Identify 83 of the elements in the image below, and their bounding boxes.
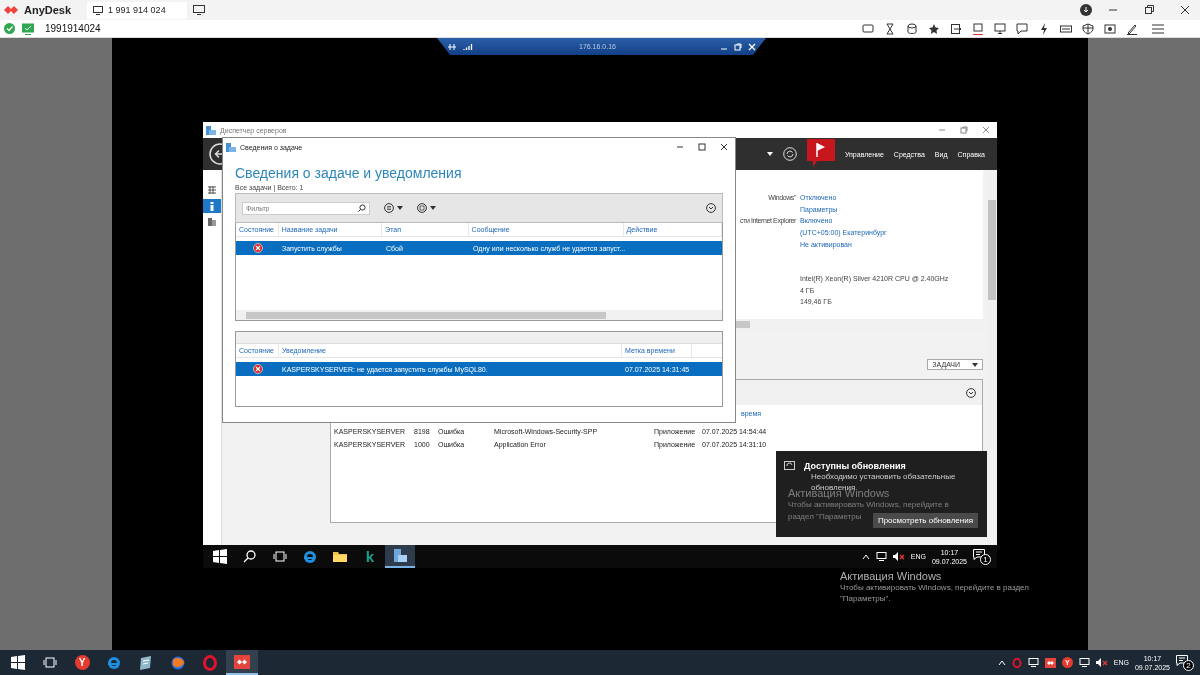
ring-icon[interactable]: [202, 654, 218, 671]
flag-icon[interactable]: [806, 139, 835, 169]
signal-icon: [463, 42, 473, 51]
server-icon: [206, 125, 216, 135]
notification-button[interactable]: 2: [1176, 654, 1194, 671]
expand-icon[interactable]: [966, 387, 976, 398]
star-icon[interactable]: [928, 22, 940, 35]
dialog-heading: Сведения о задаче и уведомления: [235, 165, 463, 181]
maximize-icon[interactable]: [698, 143, 706, 151]
toast-title: Доступны обновления: [804, 461, 906, 471]
server-icon[interactable]: [392, 547, 408, 564]
session-tab[interactable]: 1 991 914 024: [87, 1, 188, 19]
error-icon: [252, 364, 263, 374]
pen-icon[interactable]: [1126, 22, 1138, 35]
volume-muted-icon[interactable]: [1095, 658, 1108, 667]
task-view-icon[interactable]: [272, 548, 288, 565]
restore-icon[interactable]: [734, 42, 742, 51]
check-icon: [4, 23, 15, 34]
notification-button[interactable]: 1: [973, 548, 991, 565]
database-icon[interactable]: [906, 22, 918, 35]
anydesk-logo-icon: [4, 4, 18, 16]
dashboard-icon: [207, 185, 217, 195]
caret-icon: [430, 206, 436, 210]
search-icon[interactable]: [242, 548, 258, 565]
chevron-up-icon[interactable]: [861, 553, 870, 560]
servers-icon: [207, 217, 217, 227]
scrollbar[interactable]: [236, 310, 722, 320]
refresh-icon[interactable]: [782, 147, 797, 161]
monitor-icon: [93, 5, 104, 15]
close-icon[interactable]: [720, 143, 728, 151]
network-icon[interactable]: [1078, 658, 1090, 667]
filter-button[interactable]: [384, 203, 403, 213]
diamond-icon[interactable]: [1044, 657, 1056, 668]
lightning-icon[interactable]: [1038, 22, 1050, 35]
error-icon: [252, 243, 263, 253]
update-icon: [784, 461, 795, 471]
sidebar-item[interactable]: [203, 199, 221, 213]
minimize-icon[interactable]: [676, 143, 684, 151]
taskbar-app[interactable]: k: [355, 545, 385, 568]
grid-icon: [417, 203, 427, 213]
address-field[interactable]: 1991914024: [45, 23, 101, 34]
browser-icon[interactable]: [170, 654, 186, 671]
shield-icon[interactable]: [1082, 22, 1094, 35]
notification-icon: [1176, 654, 1188, 666]
filter-button[interactable]: [417, 203, 436, 213]
camera-icon[interactable]: [1104, 22, 1116, 35]
menu-icon[interactable]: [1152, 23, 1164, 34]
task-view-icon[interactable]: [42, 654, 58, 671]
browser-icon[interactable]: [302, 548, 318, 565]
volume-muted-icon[interactable]: [892, 552, 905, 561]
download-icon[interactable]: [1080, 4, 1092, 16]
expand-icon[interactable]: [706, 203, 716, 213]
ring-icon[interactable]: [1011, 657, 1022, 668]
screen-icon[interactable]: [994, 22, 1006, 35]
restore-icon[interactable]: [1144, 5, 1154, 15]
view-updates-button[interactable]: Просмотреть обновления: [872, 513, 978, 528]
keyboard-icon[interactable]: [1060, 22, 1072, 35]
caret-icon[interactable]: [766, 152, 773, 156]
search-icon: [358, 204, 366, 212]
notification-icon: [973, 548, 985, 560]
start-icon[interactable]: [10, 654, 26, 671]
taskbar-app[interactable]: Y: [66, 650, 98, 675]
network-icon[interactable]: [875, 552, 887, 561]
start-icon[interactable]: [212, 548, 228, 565]
server-icon: [226, 142, 236, 152]
caret-icon: [397, 206, 403, 210]
exit-icon[interactable]: [950, 22, 962, 35]
monitor-icon[interactable]: [972, 22, 984, 35]
caret-icon: [972, 362, 978, 367]
browser-icon[interactable]: [106, 654, 122, 671]
new-session-icon[interactable]: [193, 5, 206, 15]
activation-text: Чтобы активировать Windows, перейдите в: [788, 499, 949, 511]
pin-icon[interactable]: [447, 42, 457, 51]
app-icon[interactable]: [138, 654, 154, 671]
activation-title: Активация Windows: [840, 570, 943, 582]
hourglass-icon[interactable]: [884, 22, 896, 35]
network-icon[interactable]: [1027, 658, 1039, 667]
activation-text: Чтобы активировать Windows, перейдите в раздел "Параметры".: [840, 582, 1030, 604]
list-icon: [384, 203, 394, 213]
close-icon[interactable]: [1180, 5, 1190, 15]
app-name: AnyDesk: [24, 4, 72, 16]
chevron-up-icon[interactable]: [997, 659, 1006, 666]
activation-text: раздел "Параметры: [788, 511, 862, 523]
